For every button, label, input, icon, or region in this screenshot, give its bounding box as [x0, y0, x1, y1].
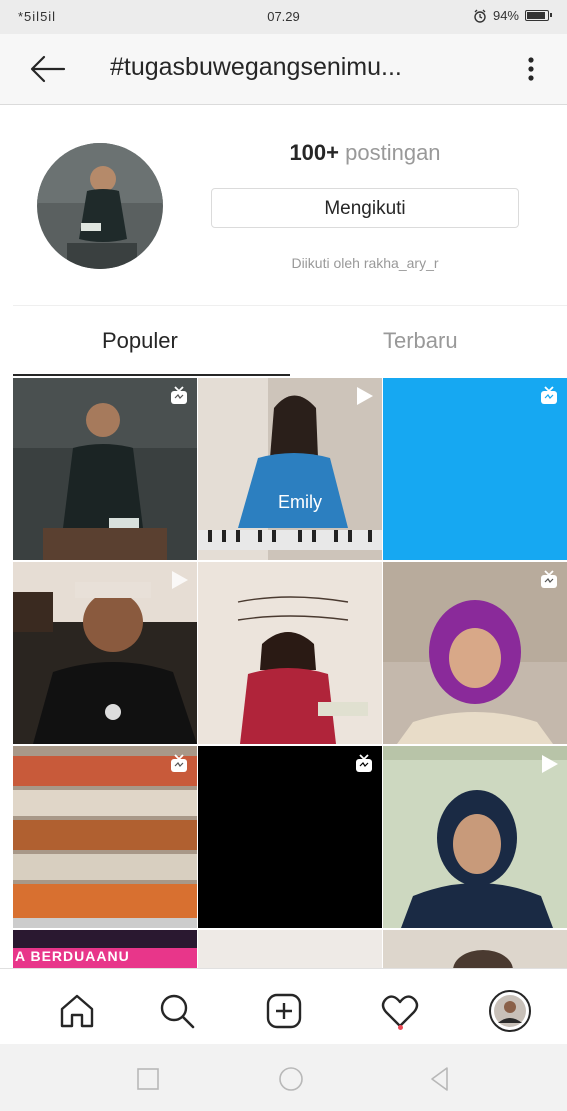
status-right: 94% [473, 8, 552, 23]
followed-by-text[interactable]: Diikuti oleh rakha_ary_r [211, 255, 519, 271]
grid-post[interactable] [383, 378, 567, 560]
status-bar: *5il5il 07.29 94% [0, 0, 567, 34]
top-app-bar: #tugasbuwegangsenimu... [0, 34, 567, 105]
recent-apps-icon[interactable] [133, 1064, 163, 1094]
tab-populer[interactable]: Populer [102, 328, 178, 354]
add-post-icon[interactable] [262, 989, 306, 1033]
battery-icon [525, 10, 552, 21]
hashtag-avatar-image [37, 143, 163, 269]
svg-text:Emily: Emily [278, 492, 322, 512]
tab-terbaru[interactable]: Terbaru [383, 328, 458, 354]
back-triangle-icon[interactable] [425, 1064, 455, 1094]
hashtag-avatar [37, 143, 163, 269]
battery-fill [527, 12, 545, 19]
play-icon [357, 387, 373, 405]
system-navigation [0, 1044, 567, 1111]
post-thumbnail [198, 930, 382, 968]
post-thumbnail [198, 562, 382, 744]
more-options-icon[interactable] [517, 54, 545, 84]
grid-post[interactable] [198, 746, 382, 928]
igtv-icon [541, 570, 557, 588]
grid-post[interactable]: A BERDUAANU [13, 930, 197, 968]
home-circle-icon[interactable] [276, 1064, 306, 1094]
notification-dot [398, 1025, 403, 1030]
post-count: 100+ postingan [210, 140, 520, 166]
post-count-label: postingan [345, 140, 441, 165]
search-icon[interactable] [155, 989, 199, 1033]
grid-post[interactable] [383, 930, 567, 968]
divider [13, 305, 567, 306]
post-grid: Emily A BERDUAANU [13, 378, 567, 968]
grid-post[interactable] [198, 930, 382, 968]
igtv-icon [171, 386, 187, 404]
play-icon [542, 755, 558, 773]
grid-post[interactable]: Emily [198, 378, 382, 560]
grid-post[interactable] [13, 562, 197, 744]
grid-post[interactable] [13, 378, 197, 560]
back-arrow-icon[interactable] [28, 52, 68, 86]
alarm-icon [474, 9, 486, 23]
active-tab-indicator [13, 374, 290, 376]
grid-post[interactable] [13, 746, 197, 928]
post-thumbnail [383, 930, 567, 968]
igtv-icon [541, 386, 557, 404]
profile-avatar[interactable] [488, 989, 532, 1033]
home-icon[interactable] [55, 989, 99, 1033]
post-overlay-text: A BERDUAANU [15, 948, 130, 964]
post-count-number: 100+ [289, 140, 339, 165]
hashtag-title: #tugasbuwegangsenimu... [110, 53, 402, 81]
igtv-icon [356, 754, 372, 772]
play-icon [172, 571, 188, 589]
grid-post[interactable] [383, 562, 567, 744]
igtv-icon [171, 754, 187, 772]
grid-post[interactable] [198, 562, 382, 744]
following-button[interactable]: Mengikuti [211, 188, 519, 228]
grid-post[interactable] [383, 746, 567, 928]
battery-percent: 94% [492, 8, 519, 23]
